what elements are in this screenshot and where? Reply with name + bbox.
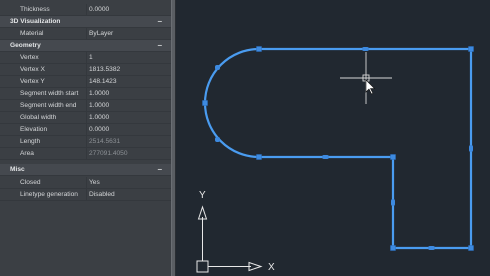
prop-value[interactable]: 1813.5382 (86, 64, 171, 75)
drawing-canvas[interactable]: Y X (176, 0, 490, 276)
prop-row-elevation[interactable]: Elevation 0.0000 (0, 124, 171, 136)
crosshair-cursor (340, 52, 392, 104)
prop-value[interactable]: 148.1423 (86, 76, 171, 87)
category-label: 3D Visualization (10, 18, 61, 25)
prop-row-thickness[interactable]: Thickness 0.0000 (0, 4, 171, 16)
vertex-grips (202, 46, 474, 251)
midpoint-grip[interactable] (391, 199, 395, 206)
ucs-y-label: Y (199, 190, 206, 201)
prop-value[interactable]: Yes (86, 177, 171, 188)
selected-polyline[interactable] (203, 47, 473, 250)
prop-value[interactable]: 1.0000 (86, 112, 171, 123)
category-geometry[interactable]: Geometry − (0, 40, 171, 52)
prop-value-readonly: 2514.5631 (86, 136, 171, 147)
prop-value[interactable]: 1 (86, 52, 171, 63)
drawing-svg: Y X (196, 46, 474, 273)
collapse-icon[interactable]: − (157, 17, 162, 26)
collapse-icon[interactable]: − (157, 41, 162, 50)
vertex-grip[interactable] (390, 154, 396, 160)
prop-row-segment-width-start[interactable]: Segment width start 1.0000 (0, 88, 171, 100)
midpoint-grip[interactable] (215, 137, 220, 142)
prop-row-length: Length 2514.5631 (0, 136, 171, 148)
midpoint-grips (215, 47, 473, 250)
vertex-grip[interactable] (256, 46, 262, 52)
prop-label: Material (20, 30, 44, 37)
properties-panel: Thickness 0.0000 3D Visualization − Mate… (0, 0, 171, 276)
ucs-x-label: X (268, 262, 275, 273)
prop-value[interactable]: Disabled (86, 189, 171, 200)
midpoint-grip[interactable] (215, 65, 220, 70)
prop-label: Segment width end (20, 102, 77, 109)
prop-value[interactable]: 1.0000 (86, 100, 171, 111)
prop-label: Vertex X (20, 66, 45, 73)
prop-label: Segment width start (20, 90, 79, 97)
prop-row-vertex[interactable]: Vertex 1 (0, 52, 171, 64)
vertex-grip[interactable] (468, 245, 474, 251)
prop-label: Closed (20, 179, 41, 186)
prop-label: Thickness (20, 6, 50, 13)
prop-row-linetype-generation[interactable]: Linetype generation Disabled (0, 189, 171, 201)
vertex-grip[interactable] (256, 154, 262, 160)
prop-row-vertex-x[interactable]: Vertex X 1813.5382 (0, 64, 171, 76)
vertex-grip[interactable] (468, 46, 474, 52)
prop-value[interactable]: 0.0000 (86, 4, 171, 15)
prop-row-segment-width-end[interactable]: Segment width end 1.0000 (0, 100, 171, 112)
mouse-pointer-icon (365, 79, 376, 95)
midpoint-grip[interactable] (362, 47, 369, 51)
prop-label: Vertex Y (20, 78, 45, 85)
prop-row-material[interactable]: Material ByLayer (0, 28, 171, 40)
prop-label: Length (20, 138, 41, 145)
midpoint-grip[interactable] (469, 145, 473, 152)
ucs-icon (196, 205, 263, 273)
prop-value-readonly: 277091.4050 (86, 148, 171, 159)
prop-row-closed[interactable]: Closed Yes (0, 177, 171, 189)
prop-label: Elevation (20, 126, 48, 133)
prop-row-global-width[interactable]: Global width 1.0000 (0, 112, 171, 124)
prop-row-area: Area 277091.4050 (0, 148, 171, 160)
prop-label: Area (20, 150, 34, 157)
prop-value[interactable]: 1.0000 (86, 88, 171, 99)
prop-row-vertex-y[interactable]: Vertex Y 148.1423 (0, 76, 171, 88)
prop-label: Linetype generation (20, 191, 78, 198)
arc-midpoint-grip[interactable] (202, 100, 208, 106)
vertex-grip[interactable] (390, 245, 396, 251)
prop-label: Global width (20, 114, 57, 121)
midpoint-grip[interactable] (428, 246, 435, 250)
midpoint-grip[interactable] (322, 155, 329, 159)
prop-value[interactable]: ByLayer (86, 28, 171, 39)
collapse-icon[interactable]: − (157, 165, 162, 174)
category-label: Misc (10, 166, 25, 173)
prop-value[interactable]: 0.0000 (86, 124, 171, 135)
category-3d-visualization[interactable]: 3D Visualization − (0, 16, 171, 28)
category-misc[interactable]: Misc − (0, 164, 171, 176)
prop-label: Vertex (20, 54, 39, 61)
category-label: Geometry (10, 42, 41, 49)
